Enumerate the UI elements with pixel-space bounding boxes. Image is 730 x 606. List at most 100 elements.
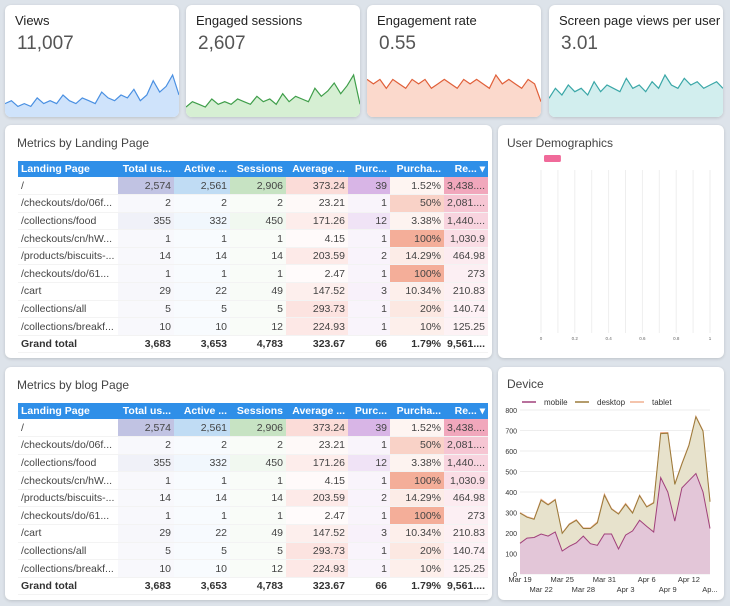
total-cell: 3,683: [118, 335, 174, 354]
table-cell: 5: [118, 542, 174, 561]
y-tick-label: 700: [505, 429, 517, 436]
table-cell: 22: [174, 524, 230, 543]
column-header[interactable]: Purcha...: [390, 403, 444, 419]
table-row[interactable]: /products/biscuits-... 14 14 14 203.59 2 14.29…: [18, 247, 488, 266]
table-row[interactable]: /2,574 2,561 2,906 373.24 39 1.52% 3,438....: [18, 177, 488, 196]
table-cell: 3.38%: [390, 454, 444, 473]
column-header[interactable]: Active ...: [174, 403, 230, 419]
table-cell: 1: [348, 436, 390, 455]
table-cell: 1: [348, 229, 390, 248]
table-cell: 10%: [390, 559, 444, 578]
column-header[interactable]: Sessions: [230, 403, 286, 419]
demographics-bar[interactable]: [544, 155, 561, 162]
total-cell: 3,653: [174, 335, 230, 354]
table-row[interactable]: /checkouts/do/61... 1 1 1 2.47 1 100% 273: [18, 506, 488, 526]
table-cell: 355: [118, 212, 174, 231]
table-cell: 450: [230, 454, 286, 473]
demographics-chart: 0 0.2 0.4 0.6 0.8 1: [540, 155, 712, 341]
table-cell: /checkouts/do/06f...: [18, 436, 118, 455]
table-cell: 1: [348, 559, 390, 578]
legend-label[interactable]: tablet: [652, 398, 672, 407]
total-cell: 4,783: [230, 577, 286, 596]
y-tick-label: 300: [505, 511, 517, 518]
table-row[interactable]: /collections/food 355 332 450 171.26 12 3.38% 1…: [18, 212, 488, 231]
device-panel: Device 0 100 200 300 400 500 600 700 800 Mar 19 Ma…: [498, 367, 724, 600]
table-row[interactable]: /collections/breakf... 10 10 12 224.93 1 10% 12…: [18, 559, 488, 578]
table-row[interactable]: /collections/food 355 332 450 171.26 12 3.38% 1…: [18, 454, 488, 473]
table-cell: 49: [230, 282, 286, 301]
column-header[interactable]: Sessions: [230, 161, 286, 177]
table-cell: 171.26: [286, 212, 348, 231]
total-cell: 323.67: [286, 335, 348, 354]
table-row[interactable]: /cart 29 22 49 147.52 3 10.34% 210.83: [18, 282, 488, 301]
total-cell: 9,561....: [444, 335, 488, 354]
table-cell: /checkouts/do/61...: [18, 264, 118, 284]
kpi-title: Screen page views per user: [559, 13, 721, 28]
table-cell: 147.52: [286, 282, 348, 301]
column-header[interactable]: Total us...: [118, 403, 174, 419]
table-cell: 1: [230, 471, 286, 490]
table-cell: 100%: [390, 506, 444, 526]
column-header[interactable]: Total us...: [118, 161, 174, 177]
legend-label[interactable]: mobile: [544, 398, 568, 407]
table-cell: 3: [348, 282, 390, 301]
table-cell: 273: [444, 264, 488, 284]
sparkline: [367, 73, 541, 117]
total-cell: Grand total: [18, 577, 118, 596]
legend-label[interactable]: desktop: [597, 398, 626, 407]
table-cell: 1,440....: [444, 212, 488, 231]
table-cell: 14.29%: [390, 247, 444, 266]
table-cell: /checkouts/cn/hW...: [18, 471, 118, 490]
column-header[interactable]: Average ...: [286, 161, 348, 177]
table-row[interactable]: /2,574 2,561 2,906 373.24 39 1.52% 3,438....: [18, 419, 488, 438]
table-row[interactable]: /checkouts/do/06f... 2 2 2 23.21 1 50% 2,081...…: [18, 194, 488, 213]
table-row[interactable]: /checkouts/cn/hW... 1 1 1 4.15 1 100% 1,030.9: [18, 471, 488, 490]
table-cell: /cart: [18, 282, 118, 301]
x-tick-label: Apr 12: [678, 575, 700, 584]
column-header[interactable]: Landing Page: [18, 161, 118, 177]
panel-title: Metrics by Landing Page: [17, 136, 150, 150]
table-cell: 332: [174, 212, 230, 231]
column-header[interactable]: Purc...: [348, 161, 390, 177]
kpi-card: Engaged sessions 2,607: [186, 5, 360, 117]
table-cell: 5: [174, 542, 230, 561]
column-header[interactable]: Active ...: [174, 161, 230, 177]
table-cell: 14: [230, 247, 286, 266]
table-cell: /cart: [18, 524, 118, 543]
table-cell: 1,030.9: [444, 471, 488, 490]
table-cell: 14: [118, 489, 174, 508]
table-cell: 171.26: [286, 454, 348, 473]
table-cell: /collections/breakf...: [18, 559, 118, 578]
table-row[interactable]: /checkouts/do/61... 1 1 1 2.47 1 100% 273: [18, 264, 488, 284]
table-cell: 147.52: [286, 524, 348, 543]
y-tick-label: 100: [505, 552, 517, 559]
table-row[interactable]: /products/biscuits-... 14 14 14 203.59 2 14.29…: [18, 489, 488, 508]
table-cell: 373.24: [286, 419, 348, 438]
table-row[interactable]: /checkouts/do/06f... 2 2 2 23.21 1 50% 2,081...…: [18, 436, 488, 455]
table-cell: 2: [230, 436, 286, 455]
column-header[interactable]: Re... ▾: [444, 161, 488, 177]
column-header[interactable]: Average ...: [286, 403, 348, 419]
table-cell: 12: [348, 212, 390, 231]
table-cell: 39: [348, 177, 390, 196]
column-header[interactable]: Landing Page: [18, 403, 118, 419]
table-cell: 2: [118, 436, 174, 455]
table-row[interactable]: /checkouts/cn/hW... 1 1 1 4.15 1 100% 1,030.9: [18, 229, 488, 248]
x-tick-label: 0.2: [572, 336, 579, 341]
column-header[interactable]: Purc...: [348, 403, 390, 419]
table-cell: /collections/breakf...: [18, 317, 118, 336]
table-cell: 1: [174, 264, 230, 284]
column-header[interactable]: Re... ▾: [444, 403, 488, 419]
table-cell: 2: [230, 194, 286, 213]
x-tick-label: 1: [709, 336, 712, 341]
table-row[interactable]: /collections/all 5 5 5 293.73 1 20% 140.74: [18, 542, 488, 561]
table-cell: 10: [174, 559, 230, 578]
table-row[interactable]: /collections/breakf... 10 10 12 224.93 1 10% 12…: [18, 317, 488, 336]
table-cell: 203.59: [286, 247, 348, 266]
table-row[interactable]: /cart 29 22 49 147.52 3 10.34% 210.83: [18, 524, 488, 543]
table-cell: 2,081....: [444, 436, 488, 455]
table-row[interactable]: /collections/all 5 5 5 293.73 1 20% 140.74: [18, 300, 488, 319]
table-cell: 3,438....: [444, 419, 488, 438]
table-cell: 2,574: [118, 419, 174, 438]
column-header[interactable]: Purcha...: [390, 161, 444, 177]
